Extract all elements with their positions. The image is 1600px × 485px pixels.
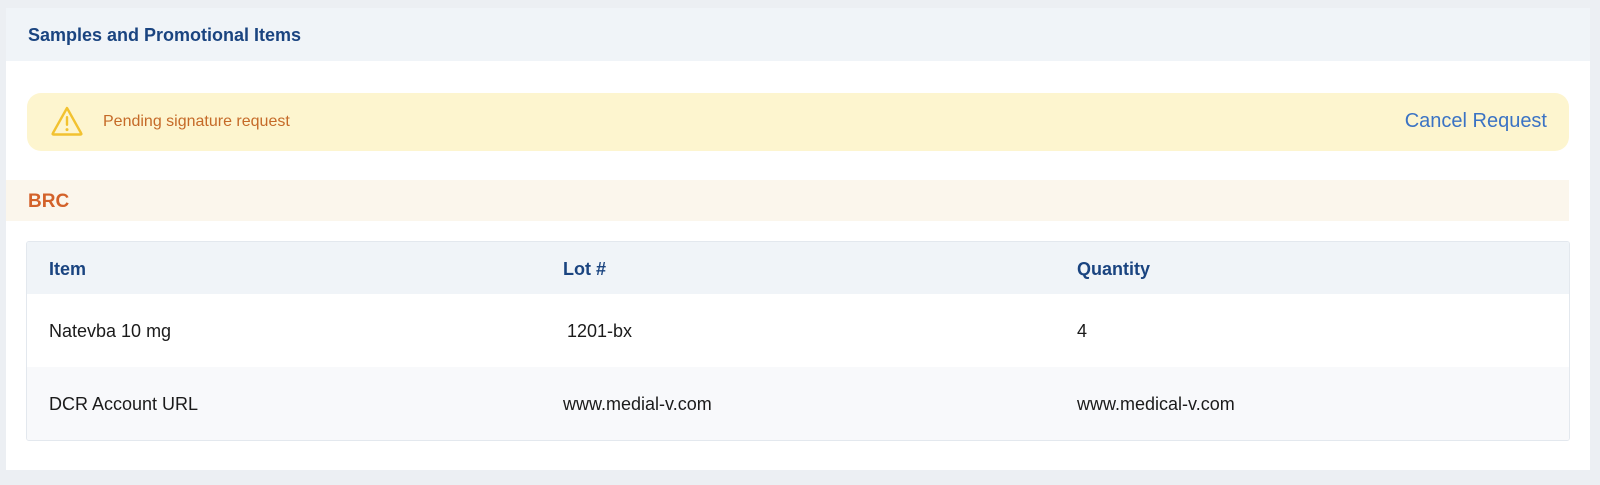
group-header: BRC [6,180,1569,221]
warning-icon [51,106,83,136]
panel-header: Samples and Promotional Items [6,8,1590,61]
cell-item: DCR Account URL [49,394,199,414]
alert-message: Pending signature request [103,113,290,130]
cell-lot: 1201-bx [567,321,633,341]
cell-quantity: www.medical-v.com [1077,394,1235,414]
column-header-quantity: Quantity [1077,259,1151,279]
cell-lot: www.medial-v.com [563,394,712,414]
table-header: Item Lot # Quantity [27,242,1569,294]
group-label: BRC [28,191,70,212]
column-header-lot: Lot # [563,259,606,279]
table-row: Natevba 10 mg 1201-bx 4 [27,294,1569,367]
panel-title: Samples and Promotional Items [28,25,302,45]
column-header-item: Item [49,259,87,279]
cell-item: Natevba 10 mg [49,321,172,341]
samples-panel: Samples and Promotional Items Pending si… [6,8,1590,470]
table-row: DCR Account URL www.medial-v.com www.med… [27,367,1569,440]
cancel-request-button[interactable]: Cancel Request [1405,109,1547,133]
pending-signature-alert: Pending signature request Cancel Request [27,93,1569,151]
cell-quantity: 4 [1077,321,1088,341]
samples-table: Item Lot # Quantity Natevba 10 mg 1201-b… [26,241,1570,441]
